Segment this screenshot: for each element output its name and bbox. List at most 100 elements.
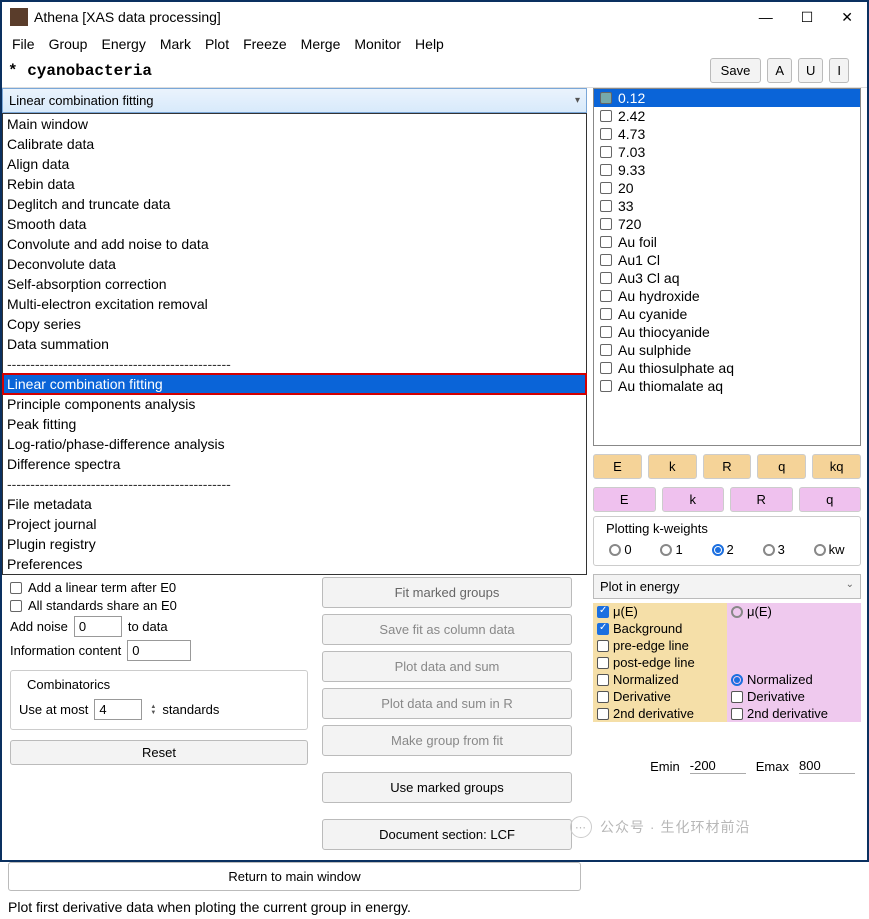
data-item-checkbox[interactable] (600, 380, 612, 392)
kw-radio[interactable]: 3 (763, 542, 785, 557)
minimize-button[interactable]: — (759, 9, 773, 26)
data-item-checkbox[interactable] (600, 236, 612, 248)
data-item[interactable]: Au foil (594, 233, 860, 251)
mode-option[interactable]: Data summation (3, 334, 586, 354)
mode-option[interactable]: Linear combination fitting (3, 374, 586, 394)
mode-option[interactable]: Convolute and add noise to data (3, 234, 586, 254)
make-group-button[interactable]: Make group from fit (322, 725, 572, 756)
info-content-input[interactable]: 0 (127, 640, 191, 661)
data-item[interactable]: 20 (594, 179, 860, 197)
plot-option[interactable]: Derivative (593, 688, 727, 705)
plot-space-button[interactable]: R (730, 487, 793, 512)
plot-space-button[interactable]: q (757, 454, 806, 479)
plot-option[interactable]: Normalized (727, 671, 861, 688)
kw-radio[interactable]: 2 (712, 542, 734, 557)
data-item[interactable]: Au1 Cl (594, 251, 860, 269)
mode-dropdown-list[interactable]: Main windowCalibrate dataAlign dataRebin… (2, 113, 587, 575)
mode-option[interactable]: Difference spectra (3, 454, 586, 474)
mode-option[interactable]: Principle components analysis (3, 394, 586, 414)
mode-option[interactable]: Align data (3, 154, 586, 174)
data-item-checkbox[interactable] (600, 164, 612, 176)
data-item[interactable]: Au hydroxide (594, 287, 860, 305)
fit-marked-button[interactable]: Fit marked groups (322, 577, 572, 608)
plot-data-sum-r-button[interactable]: Plot data and sum in R (322, 688, 572, 719)
add-linear-checkbox[interactable] (10, 582, 22, 594)
plot-option[interactable]: pre-edge line (593, 637, 727, 654)
reset-button[interactable]: Reset (10, 740, 308, 765)
data-item-checkbox[interactable] (600, 290, 612, 302)
plot-option[interactable]: Derivative (727, 688, 861, 705)
mode-option[interactable]: Project journal (3, 514, 586, 534)
emin-input[interactable]: -200 (690, 758, 746, 774)
data-item[interactable]: 9.33 (594, 161, 860, 179)
mode-option[interactable]: File metadata (3, 494, 586, 514)
mode-option[interactable]: Plugin registry (3, 534, 586, 554)
data-item[interactable]: Au cyanide (594, 305, 860, 323)
mode-option[interactable]: Rebin data (3, 174, 586, 194)
plot-space-button[interactable]: q (799, 487, 862, 512)
add-noise-input[interactable]: 0 (74, 616, 122, 637)
data-item[interactable]: Au3 Cl aq (594, 269, 860, 287)
data-item-checkbox[interactable] (600, 92, 612, 104)
mode-option[interactable]: Copy series (3, 314, 586, 334)
mode-option[interactable]: Smooth data (3, 214, 586, 234)
data-item[interactable]: Au thiosulphate aq (594, 359, 860, 377)
data-item-checkbox[interactable] (600, 182, 612, 194)
mode-option[interactable]: Main window (3, 114, 586, 134)
data-item-checkbox[interactable] (600, 326, 612, 338)
menu-mark[interactable]: Mark (160, 36, 191, 52)
spinner-icon[interactable]: ▲▼ (150, 704, 156, 716)
doc-lcf-button[interactable]: Document section: LCF (322, 819, 572, 850)
all-standards-checkbox[interactable] (10, 600, 22, 612)
menu-freeze[interactable]: Freeze (243, 36, 287, 52)
data-item-checkbox[interactable] (600, 272, 612, 284)
data-item[interactable]: 0.12 (594, 89, 860, 107)
plot-space-button[interactable]: k (648, 454, 697, 479)
data-item-checkbox[interactable] (600, 362, 612, 374)
data-item[interactable]: 4.73 (594, 125, 860, 143)
data-group-list[interactable]: 0.122.424.737.039.332033720Au foilAu1 Cl… (593, 88, 861, 446)
plot-space-button[interactable]: k (662, 487, 725, 512)
mode-option[interactable]: Log-ratio/phase-difference analysis (3, 434, 586, 454)
plot-option[interactable]: Normalized (593, 671, 727, 688)
save-fit-button[interactable]: Save fit as column data (322, 614, 572, 645)
plot-space-button[interactable]: kq (812, 454, 861, 479)
a-button[interactable]: A (767, 58, 792, 83)
menu-merge[interactable]: Merge (301, 36, 341, 52)
plot-option[interactable]: 2nd derivative (593, 705, 727, 722)
data-item[interactable]: 720 (594, 215, 860, 233)
mode-option[interactable]: Deconvolute data (3, 254, 586, 274)
mode-option[interactable]: Preferences (3, 554, 586, 574)
mode-dropdown[interactable]: Linear combination fitting ▾ (2, 88, 587, 113)
menu-monitor[interactable]: Monitor (354, 36, 401, 52)
menu-energy[interactable]: Energy (101, 36, 145, 52)
plot-type-dropdown[interactable]: Plot in energy ⌄ (593, 574, 861, 599)
kw-radio[interactable]: kw (814, 542, 845, 557)
plot-space-button[interactable]: E (593, 454, 642, 479)
mode-option[interactable]: Calibrate data (3, 134, 586, 154)
close-button[interactable]: ✕ (841, 9, 853, 26)
i-button[interactable]: I (829, 58, 849, 83)
menu-group[interactable]: Group (49, 36, 88, 52)
mode-option[interactable]: Deglitch and truncate data (3, 194, 586, 214)
data-item-checkbox[interactable] (600, 344, 612, 356)
return-main-button[interactable]: Return to main window (8, 862, 581, 891)
plot-option[interactable]: μ(E) (593, 603, 727, 620)
mode-option[interactable]: Self-absorption correction (3, 274, 586, 294)
plot-option[interactable]: 2nd derivative (727, 705, 861, 722)
plot-option[interactable]: Background (593, 620, 727, 637)
plot-option[interactable]: μ(E) (727, 603, 861, 620)
data-item[interactable]: 7.03 (594, 143, 860, 161)
data-item-checkbox[interactable] (600, 218, 612, 230)
mode-option[interactable]: Peak fitting (3, 414, 586, 434)
menu-help[interactable]: Help (415, 36, 444, 52)
data-item[interactable]: 2.42 (594, 107, 860, 125)
use-at-most-input[interactable]: 4 (94, 699, 142, 720)
data-item-checkbox[interactable] (600, 200, 612, 212)
data-item-checkbox[interactable] (600, 254, 612, 266)
menu-plot[interactable]: Plot (205, 36, 229, 52)
data-item-checkbox[interactable] (600, 128, 612, 140)
data-item[interactable]: Au thiocyanide (594, 323, 860, 341)
emax-input[interactable]: 800 (799, 758, 855, 774)
data-item[interactable]: Au thiomalate aq (594, 377, 860, 395)
